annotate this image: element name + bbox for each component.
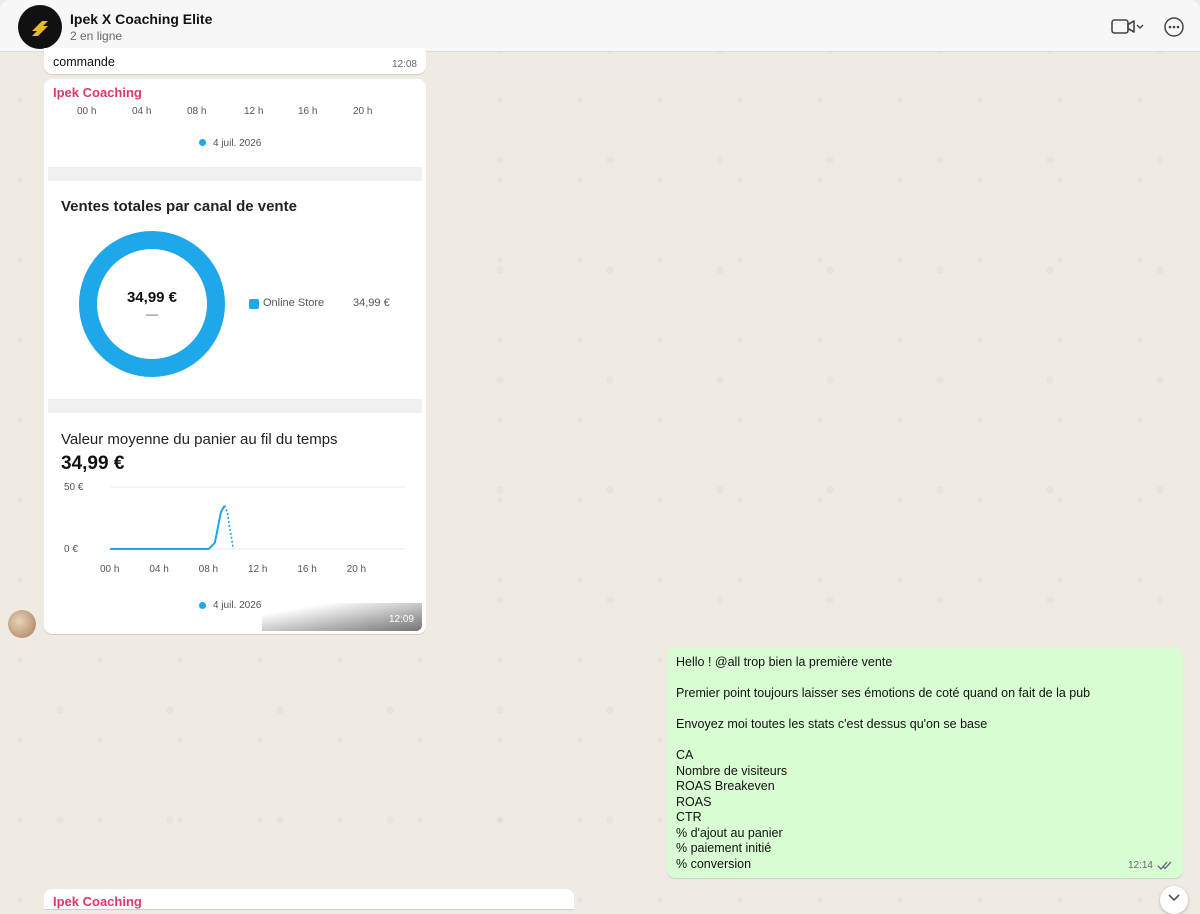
chevron-down-icon bbox=[1168, 894, 1180, 902]
section-separator bbox=[48, 167, 422, 181]
chat-status: 2 en ligne bbox=[70, 29, 123, 43]
menu-button[interactable] bbox=[1163, 16, 1185, 43]
previous-chart-footer: 00 h 04 h 08 h 12 h 16 h 20 h 4 juil. 20… bbox=[48, 101, 422, 171]
legend-label: Online Store bbox=[263, 297, 325, 309]
group-logo-icon bbox=[32, 21, 48, 36]
message-line bbox=[676, 702, 1090, 718]
date-legend: 4 juil. 2026 bbox=[213, 600, 262, 611]
video-camera-icon bbox=[1111, 19, 1144, 34]
report-message: Ipek Coaching 00 h 04 h 08 h 12 h 16 h 2… bbox=[44, 79, 426, 634]
message-line: % paiement initié bbox=[676, 841, 772, 855]
tick-label: 04 h bbox=[132, 106, 152, 117]
message-time: 12:14 bbox=[1127, 860, 1153, 871]
message-line: Hello ! @all trop bien la première vente bbox=[676, 655, 893, 669]
tick-label: 20 h bbox=[353, 106, 373, 117]
message-line: CTR bbox=[676, 810, 702, 824]
sales-channel-section: Ventes totales par canal de vente 34,99 … bbox=[48, 181, 422, 399]
group-avatar[interactable] bbox=[18, 5, 62, 49]
tick-label: 08 h bbox=[187, 106, 207, 117]
message-line: % conversion bbox=[676, 856, 752, 871]
x-tick-label: 04 h bbox=[149, 564, 168, 575]
chat-title[interactable]: Ipek X Coaching Elite bbox=[70, 11, 212, 27]
y-tick-label: 0 € bbox=[64, 544, 78, 555]
message-line: Premier point toujours laisser ses émoti… bbox=[676, 686, 1091, 700]
report-image[interactable]: 00 h 04 h 08 h 12 h 16 h 20 h 4 juil. 20… bbox=[48, 83, 422, 631]
message-time: 12:09 bbox=[388, 614, 414, 625]
message-bubble-top: commande 12:08 bbox=[44, 48, 426, 74]
x-tick-label: 20 h bbox=[347, 564, 366, 575]
legend-swatch bbox=[249, 299, 259, 309]
scroll-down-button[interactable] bbox=[1160, 886, 1188, 914]
series-line-dashed bbox=[223, 505, 235, 550]
date-legend: 4 juil. 2026 bbox=[213, 138, 262, 149]
message-line: ROAS Breakeven bbox=[676, 779, 775, 793]
message-line bbox=[676, 671, 1090, 687]
x-tick-label: 00 h bbox=[100, 564, 119, 575]
legend-value: 34,99 € bbox=[353, 297, 390, 309]
section-separator bbox=[48, 399, 422, 413]
x-tick-label: 12 h bbox=[248, 564, 267, 575]
video-call-button[interactable] bbox=[1110, 15, 1144, 42]
outgoing-message: Hello ! @all trop bien la première vente… bbox=[667, 648, 1183, 878]
message-text: commande bbox=[53, 55, 115, 69]
y-tick-label: 50 € bbox=[64, 482, 84, 493]
donut-total: 34,99 € bbox=[126, 289, 178, 306]
series-line-solid bbox=[110, 505, 226, 550]
tick-label: 16 h bbox=[298, 106, 318, 117]
message-time: 12:08 bbox=[391, 59, 417, 70]
message-line: ROAS bbox=[676, 794, 712, 809]
read-receipt-icon bbox=[1157, 861, 1172, 870]
outgoing-text: Hello ! @all trop bien la première vente… bbox=[676, 655, 1090, 872]
donut-dash: — bbox=[146, 307, 158, 321]
message-line: Nombre de visiteurs bbox=[676, 763, 788, 778]
avg-cart-value: 34,99 € bbox=[61, 453, 125, 474]
avg-cart-title: Valeur moyenne du panier au fil du temps bbox=[61, 431, 338, 448]
legend-dot bbox=[199, 139, 206, 146]
sales-channel-title: Ventes totales par canal de vente bbox=[61, 198, 297, 215]
sender-avatar[interactable] bbox=[8, 610, 36, 638]
x-tick-label: 16 h bbox=[297, 564, 316, 575]
chat-header: Ipek X Coaching Elite 2 en ligne bbox=[0, 0, 1200, 52]
message-bubble-bottom: Ipek Coaching bbox=[44, 889, 574, 909]
message-line: Envoyez moi toutes les stats c'est dessu… bbox=[676, 717, 988, 731]
tick-label: 12 h bbox=[244, 106, 264, 117]
x-tick-label: 08 h bbox=[199, 564, 218, 575]
avg-cart-line-chart: 50 € 0 € 00 h 04 h 08 h 12 h 16 h 20 h bbox=[64, 482, 406, 575]
more-options-icon bbox=[1164, 17, 1184, 37]
message-line bbox=[676, 733, 1090, 749]
legend-dot bbox=[199, 602, 206, 609]
avg-cart-section: Valeur moyenne du panier au fil du temps… bbox=[48, 413, 422, 631]
message-line: % d'ajout au panier bbox=[676, 825, 783, 840]
tick-label: 00 h bbox=[77, 106, 97, 117]
message-line: CA bbox=[676, 748, 694, 762]
